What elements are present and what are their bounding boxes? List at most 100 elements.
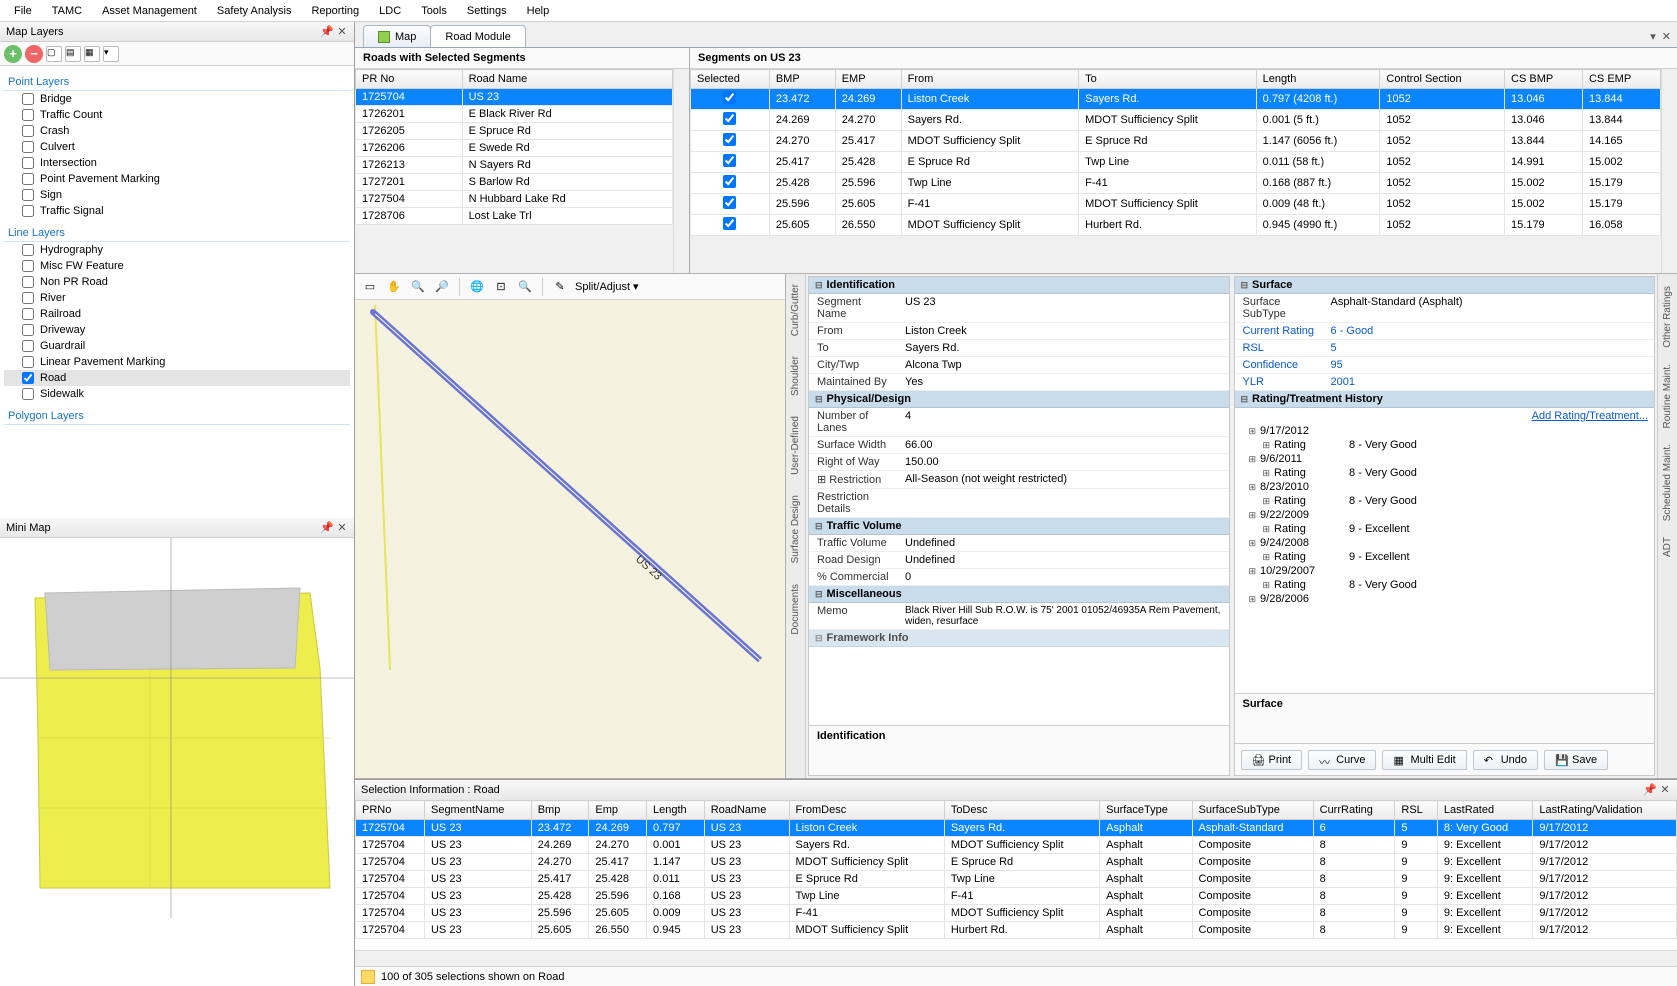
table-row[interactable]: 25.42825.596Twp LineF-410.168 (887 ft.)1…	[691, 173, 1661, 194]
layer-checkbox[interactable]	[22, 189, 34, 201]
history-date[interactable]: 9/28/2006	[1235, 592, 1655, 606]
table-row[interactable]: 1725704US 2323.47224.2690.797US 23Liston…	[356, 820, 1677, 837]
layer-tool-4[interactable]: ▾	[103, 46, 119, 62]
vtab-scheduled-maint-[interactable]: Scheduled Maint.	[1660, 436, 1675, 529]
layer-checkbox[interactable]	[22, 340, 34, 352]
menu-ldc[interactable]: LDC	[369, 2, 411, 20]
mini-map[interactable]	[0, 538, 354, 986]
vtab-other-ratings[interactable]: Other Ratings	[1660, 278, 1675, 356]
layer-culvert[interactable]: Culvert	[4, 139, 350, 155]
menu-tools[interactable]: Tools	[411, 2, 457, 20]
split-adjust-dropdown[interactable]: Split/Adjust▾	[575, 280, 639, 293]
layer-checkbox[interactable]	[22, 157, 34, 169]
table-row[interactable]: 1727201S Barlow Rd	[356, 174, 673, 191]
menu-asset-management[interactable]: Asset Management	[92, 2, 207, 20]
roads-grid[interactable]: PR NoRoad Name1725704US 231726201E Black…	[355, 69, 673, 225]
layer-non-pr-road[interactable]: Non PR Road	[4, 274, 350, 290]
layer-road[interactable]: Road	[4, 370, 350, 386]
history-date[interactable]: 9/17/2012	[1235, 424, 1655, 438]
layer-checkbox[interactable]	[22, 260, 34, 272]
add-rating-link[interactable]: Add Rating/Treatment...	[1235, 408, 1655, 424]
layer-checkbox[interactable]	[22, 93, 34, 105]
layer-railroad[interactable]: Railroad	[4, 306, 350, 322]
map-canvas[interactable]: US 23	[355, 300, 785, 778]
table-row[interactable]: 25.41725.428E Spruce RdTwp Line0.011 (58…	[691, 152, 1661, 173]
segments-grid[interactable]: SelectedBMPEMPFromToLengthControl Sectio…	[690, 69, 1661, 236]
table-row[interactable]: 1725704US 2325.59625.6050.009US 23F-41MD…	[356, 905, 1677, 922]
menu-reporting[interactable]: Reporting	[301, 2, 369, 20]
side-tab-surface-design[interactable]: Surface Design	[788, 489, 803, 569]
table-row[interactable]: 1726213N Sayers Rd	[356, 157, 673, 174]
table-row[interactable]: 1727504N Hubbard Lake Rd	[356, 191, 673, 208]
layer-linear-pavement-marking[interactable]: Linear Pavement Marking	[4, 354, 350, 370]
layer-checkbox[interactable]	[22, 356, 34, 368]
globe-tool[interactable]: 🌐	[468, 278, 486, 296]
extent-tool[interactable]: ⊡	[492, 278, 510, 296]
add-layer-button[interactable]: +	[4, 45, 22, 63]
menu-settings[interactable]: Settings	[457, 2, 517, 20]
side-tab-curb-gutter[interactable]: Curb/Gutter	[788, 278, 803, 342]
table-row[interactable]: 1725704US 2324.27025.4171.147US 23MDOT S…	[356, 854, 1677, 871]
history-date[interactable]: 10/29/2007	[1235, 564, 1655, 578]
layer-misc-fw-feature[interactable]: Misc FW Feature	[4, 258, 350, 274]
layer-checkbox[interactable]	[22, 276, 34, 288]
table-row[interactable]: 1726205E Spruce Rd	[356, 123, 673, 140]
history-date[interactable]: 9/6/2011	[1235, 452, 1655, 466]
close-icon[interactable]: ✕	[1659, 784, 1671, 796]
vtab-routine-maint-[interactable]: Routine Maint.	[1660, 356, 1675, 436]
table-row[interactable]: 1726201E Black River Rd	[356, 106, 673, 123]
layer-intersection[interactable]: Intersection	[4, 155, 350, 171]
table-row[interactable]: 1725704US 2325.41725.4280.011US 23E Spru…	[356, 871, 1677, 888]
selection-grid[interactable]: PRNoSegmentNameBmpEmpLengthRoadNameFromD…	[355, 800, 1677, 939]
side-tab-documents[interactable]: Documents	[788, 578, 803, 641]
layer-tool-1[interactable]: ▢	[46, 46, 62, 62]
pin-icon[interactable]: 📌	[1643, 784, 1655, 796]
layer-sign[interactable]: Sign	[4, 187, 350, 203]
curve-button[interactable]: 〰Curve	[1308, 750, 1376, 770]
scrollbar[interactable]	[1661, 69, 1677, 273]
layer-traffic-signal[interactable]: Traffic Signal	[4, 203, 350, 219]
zoom-out-tool[interactable]: 🔎	[433, 278, 451, 296]
edit-tool[interactable]: ✎	[551, 278, 569, 296]
table-row[interactable]: 1725704US 2325.42825.5960.168US 23Twp Li…	[356, 888, 1677, 905]
menu-help[interactable]: Help	[517, 2, 560, 20]
close-icon[interactable]: ✕	[336, 522, 348, 534]
pin-icon[interactable]: 📌	[320, 26, 332, 38]
table-row[interactable]: 24.26924.270Sayers Rd.MDOT Sufficiency S…	[691, 110, 1661, 131]
side-tab-shoulder[interactable]: Shoulder	[788, 350, 803, 402]
table-row[interactable]: 1728706Lost Lake Trl	[356, 208, 673, 225]
tab-menu-icon[interactable]: ▾	[1650, 30, 1656, 43]
history-date[interactable]: 9/22/2009	[1235, 508, 1655, 522]
print-button[interactable]: 🖨Print	[1241, 750, 1303, 770]
table-row[interactable]: 1726206E Swede Rd	[356, 140, 673, 157]
tab-close-icon[interactable]: ✕	[1662, 30, 1671, 43]
layer-river[interactable]: River	[4, 290, 350, 306]
layer-checkbox[interactable]	[22, 109, 34, 121]
save-button[interactable]: 💾Save	[1544, 750, 1608, 770]
remove-layer-button[interactable]: −	[25, 45, 43, 63]
history-date[interactable]: 8/23/2010	[1235, 480, 1655, 494]
layer-sidewalk[interactable]: Sidewalk	[4, 386, 350, 402]
vtab-adt[interactable]: ADT	[1660, 529, 1675, 565]
pin-icon[interactable]: 📌	[320, 522, 332, 534]
layer-point-pavement-marking[interactable]: Point Pavement Marking	[4, 171, 350, 187]
table-row[interactable]: 25.59625.605F-41MDOT Sufficiency Split0.…	[691, 194, 1661, 215]
tab-road-module[interactable]: Road Module	[430, 25, 525, 47]
zoom-tool[interactable]: 🔍	[516, 278, 534, 296]
select-tool[interactable]: ▭	[361, 278, 379, 296]
layer-checkbox[interactable]	[22, 372, 34, 384]
scrollbar[interactable]	[673, 69, 689, 273]
close-icon[interactable]: ✕	[336, 26, 348, 38]
menu-tamc[interactable]: TAMC	[42, 2, 92, 20]
table-row[interactable]: 25.60526.550MDOT Sufficiency SplitHurber…	[691, 215, 1661, 236]
layer-tool-3[interactable]: ▦	[84, 46, 100, 62]
table-row[interactable]: 24.27025.417MDOT Sufficiency SplitE Spru…	[691, 131, 1661, 152]
undo-button[interactable]: ↶Undo	[1473, 750, 1538, 770]
menu-file[interactable]: File	[4, 2, 42, 20]
table-row[interactable]: 1725704US 2324.26924.2700.001US 23Sayers…	[356, 837, 1677, 854]
tab-map[interactable]: Map	[363, 25, 431, 47]
layer-checkbox[interactable]	[22, 292, 34, 304]
layer-checkbox[interactable]	[22, 141, 34, 153]
layer-bridge[interactable]: Bridge	[4, 91, 350, 107]
layer-checkbox[interactable]	[22, 205, 34, 217]
